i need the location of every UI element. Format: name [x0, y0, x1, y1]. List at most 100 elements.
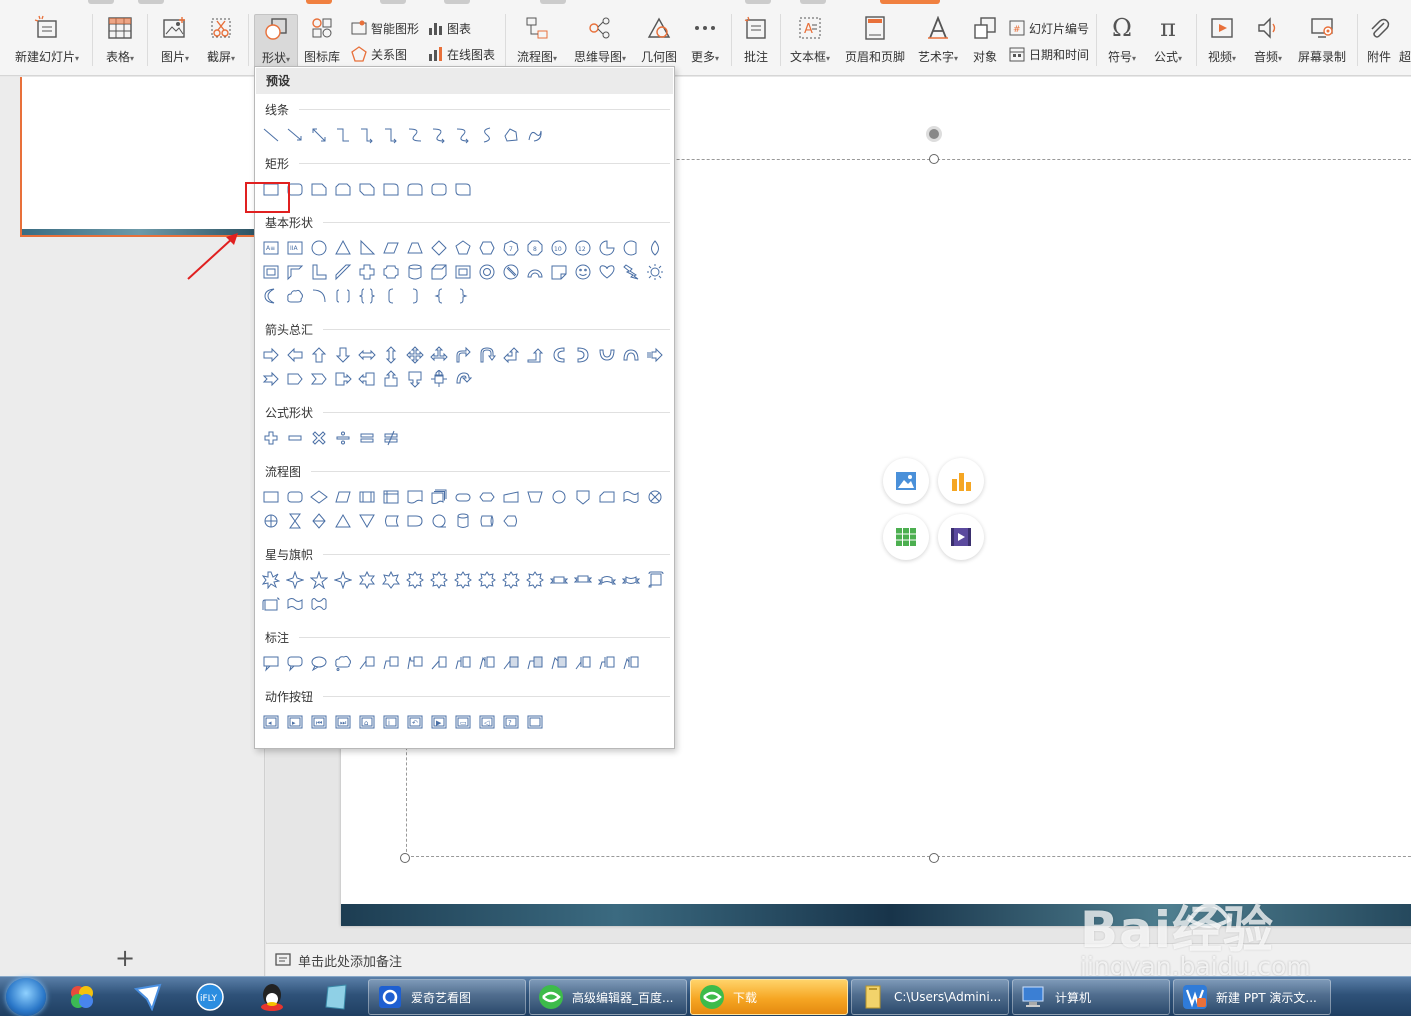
shape-notch-icon[interactable] [261, 369, 281, 389]
shape-fdata-icon[interactable] [333, 487, 353, 507]
resize-handle[interactable] [400, 853, 410, 863]
shape-cbord3-icon[interactable] [621, 653, 641, 673]
textbox-button[interactable]: A 文本框▾ [786, 14, 834, 70]
shape-calll-icon[interactable] [357, 369, 377, 389]
shape-fmultidoc-icon[interactable] [429, 487, 449, 507]
shape-ribbond-icon[interactable] [573, 570, 593, 590]
shape-snip1-icon[interactable] [309, 179, 329, 199]
shape-acurvd-icon[interactable] [621, 345, 641, 365]
shape-dwave-icon[interactable] [309, 594, 329, 614]
shape-call4-icon[interactable] [429, 369, 449, 389]
shape-star4-icon[interactable] [285, 570, 305, 590]
comment-button[interactable]: 批注 [738, 14, 774, 70]
shape-dblbracket-icon[interactable] [333, 286, 353, 306]
shape-ar-icon[interactable] [261, 345, 281, 365]
shape-a3-icon[interactable] [429, 345, 449, 365]
shape-round1-icon[interactable] [381, 179, 401, 199]
icon-library-button[interactable]: 图标库 [302, 14, 342, 70]
taskbar-item-computer[interactable]: 计算机 [1012, 979, 1170, 1015]
chart-button[interactable]: 图表 [426, 18, 471, 38]
shape-plus-icon[interactable] [261, 428, 281, 448]
shape-round2-icon[interactable] [405, 179, 425, 199]
shape-diag-icon[interactable] [333, 262, 353, 282]
shape-cube-icon[interactable] [429, 262, 449, 282]
shape-abtn-icon[interactable]: ? [501, 712, 521, 732]
shape-star5-icon[interactable] [309, 570, 329, 590]
shape-fstored-icon[interactable] [381, 511, 401, 531]
shape-starn-icon[interactable] [453, 570, 473, 590]
shape-freeform-icon[interactable] [501, 125, 521, 145]
shape-smiley-icon[interactable] [573, 262, 593, 282]
taskbar-item-folder[interactable]: C:\Users\Admini... [851, 979, 1009, 1015]
shape-cross-icon[interactable] [357, 262, 377, 282]
shape-chevron-icon[interactable] [309, 369, 329, 389]
shape-rrect-icon[interactable] [429, 179, 449, 199]
shape-moon-icon[interactable] [261, 286, 281, 306]
shape-fprocess-icon[interactable] [261, 487, 281, 507]
shape-lbrace-icon[interactable] [429, 286, 449, 306]
shape-bevel-icon[interactable] [453, 262, 473, 282]
shape-cbar1-icon[interactable] [429, 653, 449, 673]
insert-table-button[interactable] [883, 514, 929, 560]
shape-oct-icon[interactable]: 8 [525, 238, 545, 258]
shape-acurvr-icon[interactable] [573, 345, 593, 365]
shape-cbar2-icon[interactable] [453, 653, 473, 673]
shape-coval-icon[interactable] [309, 653, 329, 673]
shape-sun-icon[interactable] [645, 262, 665, 282]
shape-arcline-icon[interactable] [309, 286, 329, 306]
shape-fextract-icon[interactable] [333, 511, 353, 531]
shape-ftape-icon[interactable] [621, 487, 641, 507]
shape-abtn-icon[interactable] [525, 712, 545, 732]
shape-noteq-icon[interactable] [381, 428, 401, 448]
taskbar-item-ppt[interactable]: 新建 PPT 演示文... [1173, 979, 1331, 1015]
shape-vtext-icon[interactable]: IIA [285, 238, 305, 258]
shape-fcard-icon[interactable] [597, 487, 617, 507]
shape-scrollv-icon[interactable] [645, 570, 665, 590]
shape-starn-icon[interactable] [501, 570, 521, 590]
shape-fold-icon[interactable] [549, 262, 569, 282]
shape-finternal-icon[interactable] [381, 487, 401, 507]
shape-au-icon[interactable] [309, 345, 329, 365]
shape-abtn-icon[interactable]: ⌂ [357, 712, 377, 732]
shape-curve-icon[interactable] [405, 125, 425, 145]
shape-abtn-icon[interactable]: ↶ [405, 712, 425, 732]
taskbar-item-iqiyi[interactable]: 爱奇艺看图 [368, 979, 526, 1015]
shape-divide-icon[interactable] [333, 428, 353, 448]
shape-aud-icon[interactable] [381, 345, 401, 365]
shape-aleftup-icon[interactable] [501, 345, 521, 365]
shape-curvea-icon[interactable] [453, 125, 473, 145]
shape-tri-icon[interactable] [333, 238, 353, 258]
shape-fsort-icon[interactable] [309, 511, 329, 531]
shape-snipd-icon[interactable] [357, 179, 377, 199]
shape-fprep-icon[interactable] [477, 487, 497, 507]
shape-abtn-icon[interactable]: ◂ [261, 712, 281, 732]
shape-fmanop-icon[interactable] [525, 487, 545, 507]
shape-cacc2-icon[interactable] [525, 653, 545, 673]
shape-cline3-icon[interactable] [405, 653, 425, 673]
shape-star6-icon[interactable] [357, 570, 377, 590]
shape-scribble-icon[interactable] [525, 125, 545, 145]
flowchart-button[interactable]: 流程图▾ [512, 14, 562, 70]
shape-ribbonc-icon[interactable] [597, 570, 617, 590]
shape-fpredef-icon[interactable] [357, 487, 377, 507]
taskbar-item-download[interactable]: 下载 [690, 979, 848, 1015]
shape-abtn-icon[interactable]: ▸ [285, 712, 305, 732]
shape-callr-icon[interactable] [333, 369, 353, 389]
shape-can-icon[interactable] [405, 262, 425, 282]
shape-dodec-icon[interactable]: 12 [573, 238, 593, 258]
shape-fmerge-icon[interactable] [357, 511, 377, 531]
video-button[interactable]: 视频▾ [1202, 14, 1242, 70]
shape-fcollate-icon[interactable] [285, 511, 305, 531]
shape-crrect-icon[interactable] [285, 653, 305, 673]
wordart-button[interactable]: 艺术字▾ [914, 14, 962, 70]
shape-pent-icon[interactable] [453, 238, 473, 258]
relation-button[interactable]: 关系图 [350, 44, 407, 64]
shape-tear-icon[interactable] [645, 238, 665, 258]
rotate-handle[interactable] [926, 126, 942, 142]
shape-ad-icon[interactable] [333, 345, 353, 365]
shape-cbord1-icon[interactable] [573, 653, 593, 673]
shape-bolt-icon[interactable] [621, 262, 641, 282]
pinned-ifly-icon[interactable]: iFLY [194, 981, 226, 1013]
shape-dblarrow-icon[interactable] [309, 125, 329, 145]
shape-astripe-icon[interactable] [645, 345, 665, 365]
